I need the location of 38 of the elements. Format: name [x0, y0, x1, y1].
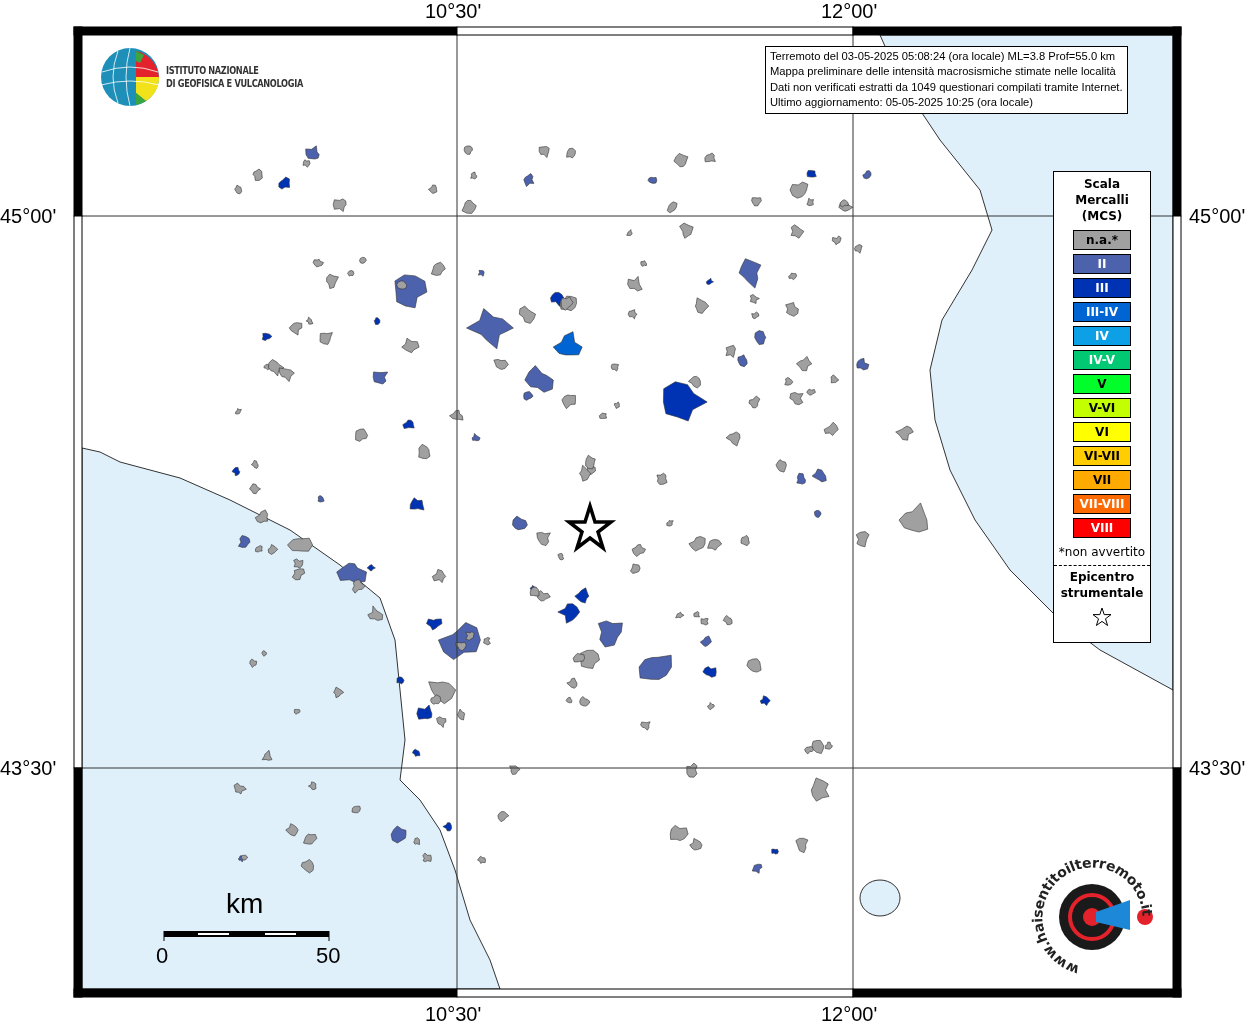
epicenter-legend-label: Epicentro strumentale	[1059, 569, 1145, 601]
intensity-swatch: VI	[1073, 422, 1131, 442]
intensity-swatch: III-IV	[1073, 302, 1131, 322]
intensity-swatch: VII	[1073, 470, 1131, 490]
intensity-swatch: VIII	[1073, 518, 1131, 538]
intensity-swatch: VI-VII	[1073, 446, 1131, 466]
longitude-label: 12°00'	[821, 1004, 878, 1024]
longitude-label: 10°30'	[425, 1, 482, 21]
institute-name: DI GEOFISICA E VULCANOLOGIA	[166, 77, 303, 90]
latitude-label: 45°00'	[0, 206, 57, 226]
intensity-swatch: IV	[1073, 326, 1131, 346]
intensity-swatch: n.a.*	[1073, 230, 1131, 250]
event-info-line: Ultimo aggiornamento: 05-05-2025 10:25 (ora locale)	[770, 95, 1035, 111]
legend-title: (MCS)	[1081, 208, 1123, 224]
latitude-label: 43°30'	[1189, 758, 1246, 778]
intensity-swatch: V-VI	[1073, 398, 1131, 418]
latitude-label: 43°30'	[0, 758, 57, 778]
star-icon	[1092, 607, 1112, 627]
institute-name: ISTITUTO NAZIONALE	[166, 64, 260, 77]
scale-tick-label: 0	[156, 945, 169, 967]
scale-unit: km	[226, 890, 264, 918]
scale-tick-label: 50	[316, 945, 341, 967]
legend-footnote: *non avvertito	[1058, 545, 1146, 559]
legend-title: Scala	[1083, 176, 1121, 192]
longitude-label: 10°30'	[425, 1004, 482, 1024]
intensity-swatch: III	[1073, 278, 1131, 298]
epicenter-star-icon	[563, 500, 617, 553]
event-info-line: Dati non verificati estratti da 1049 questionari compilati tramite Internet.	[770, 79, 1123, 95]
globe-logo-icon	[100, 47, 160, 107]
intensity-swatch: IV-V	[1073, 350, 1131, 370]
latitude-label: 45°00'	[1189, 206, 1246, 226]
event-info-line: Terremoto del 03-05-2025 05:08:24 (ora locale) ML=3.8 Prof=55.0 km	[770, 49, 1117, 64]
intensity-swatch: V	[1073, 374, 1131, 394]
intensity-swatch: II	[1073, 254, 1131, 274]
intensity-swatch: VII-VIII	[1073, 494, 1131, 514]
event-info-line: Mappa preliminare delle intensità macrosismiche stimate nelle località	[770, 64, 1117, 80]
longitude-label: 12°00'	[821, 1, 878, 21]
legend-title: Mercalli	[1075, 192, 1129, 208]
